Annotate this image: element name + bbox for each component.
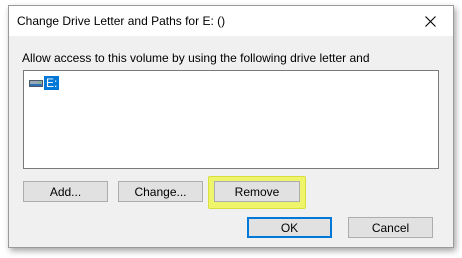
drive-icon (29, 80, 43, 87)
window-title: Change Drive Letter and Paths for E: () (17, 14, 226, 28)
add-button[interactable]: Add... (23, 181, 108, 202)
title-bar: Change Drive Letter and Paths for E: () (9, 6, 453, 36)
close-icon (424, 15, 436, 27)
change-drive-letter-dialog: Change Drive Letter and Paths for E: () … (8, 5, 454, 248)
drive-letter-label: E: (44, 76, 60, 90)
cancel-button[interactable]: Cancel (348, 217, 433, 238)
close-button[interactable] (407, 6, 453, 36)
ok-button[interactable]: OK (247, 217, 332, 238)
change-button[interactable]: Change... (118, 181, 203, 202)
description-label: Allow access to this volume by using the… (22, 51, 370, 65)
drive-paths-list[interactable]: E: (23, 70, 439, 169)
remove-button[interactable]: Remove (214, 181, 300, 202)
list-item-drive-e[interactable]: E: (29, 75, 60, 91)
